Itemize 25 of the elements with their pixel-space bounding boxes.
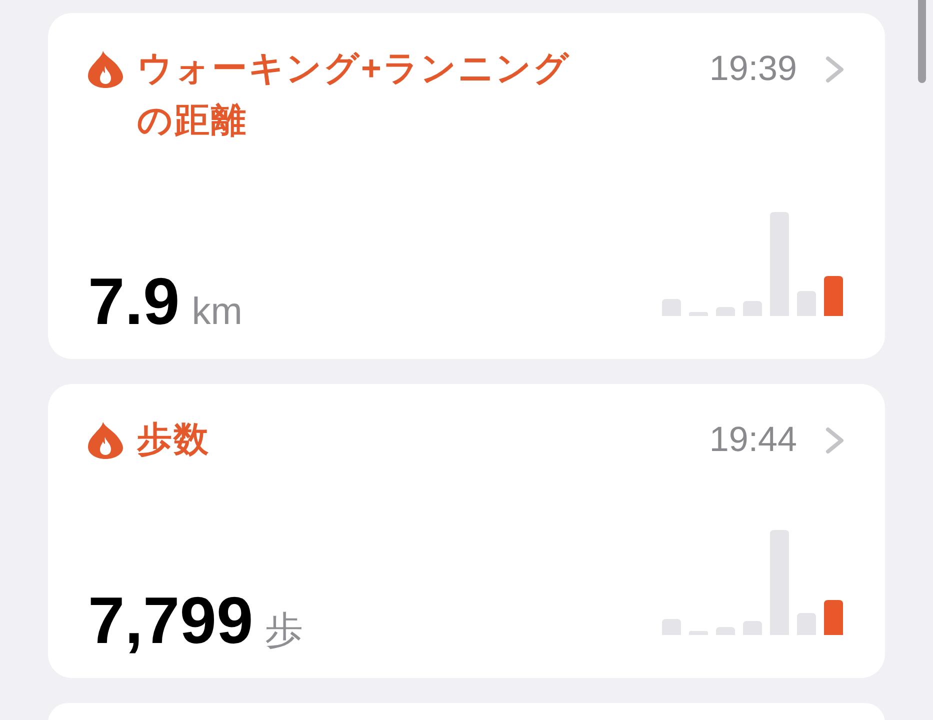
summary-card[interactable]: ウォーキング+ランニングの距離 19:39 7.9 km [48,13,885,359]
chevron-right-icon [825,56,845,82]
history-bar [797,613,816,635]
chevron-right-icon [825,426,845,454]
card-title: ウォーキング+ランニングの距離 [137,48,572,142]
metric-unit: 歩 [265,612,304,650]
current-bar [824,600,843,635]
history-bar [662,619,681,635]
card-title: 歩数 [137,419,211,461]
history-bar [716,627,735,635]
history-bar [716,307,735,316]
timestamp: 19:39 [709,48,797,90]
history-bar [662,299,681,316]
metric-unit: km [192,293,242,331]
flame-icon [88,50,123,88]
timestamp: 19:44 [709,419,797,461]
history-bar [797,291,816,316]
metric-value: 7,799 [88,587,254,653]
scrollbar[interactable] [918,0,926,83]
summary-card[interactable]: 歩数 19:44 7,799 歩 [48,384,885,678]
current-bar [824,276,843,316]
history-bar [743,301,762,316]
history-bar [743,621,762,635]
metric-value: 7.9 [88,268,180,334]
flame-icon [88,421,123,459]
